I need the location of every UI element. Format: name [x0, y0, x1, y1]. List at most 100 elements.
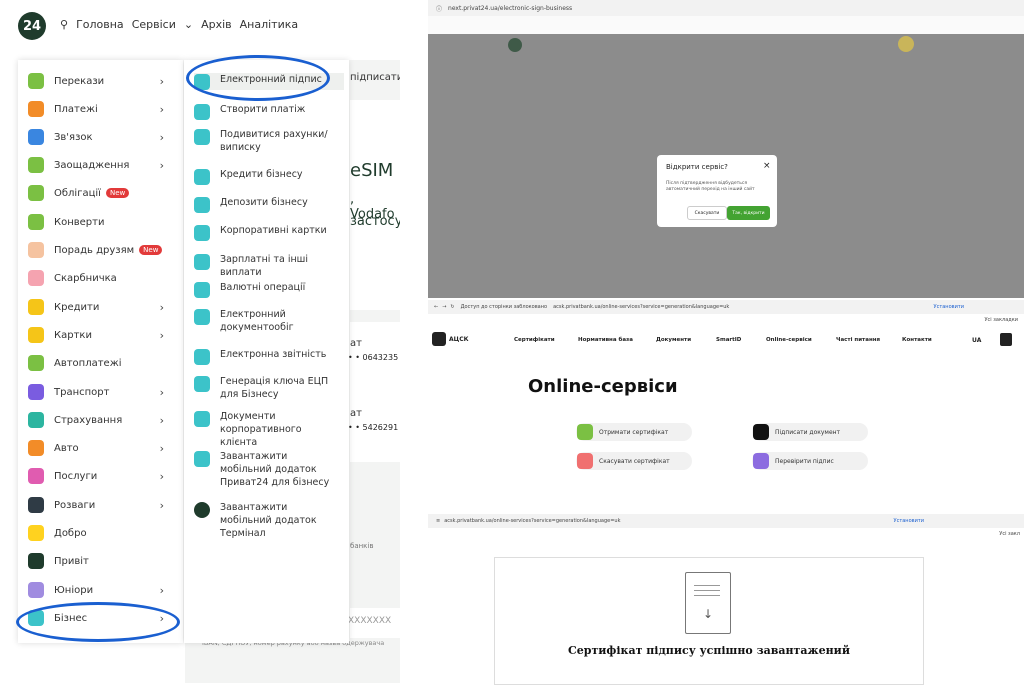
nav-home[interactable]: Головна — [76, 18, 124, 31]
menu-item[interactable]: Юніори › — [28, 579, 178, 601]
submenu-item[interactable]: Корпоративні картки — [194, 224, 344, 241]
submenu-item-icon — [194, 104, 210, 120]
submenu-item[interactable]: Електронний документообіг — [194, 308, 344, 334]
nav-smartid[interactable]: SmartID — [716, 337, 766, 343]
menu-item-icon — [28, 440, 44, 456]
site-info-icon[interactable]: ⓘ — [436, 4, 442, 13]
chevron-right-icon: › — [159, 300, 164, 314]
submenu-item[interactable]: Подивитися рахунки/ виписку — [194, 128, 344, 154]
menu-item[interactable]: Страхування › — [28, 409, 178, 431]
submenu-item[interactable]: Валютні операції — [194, 281, 344, 298]
user-icon[interactable] — [1000, 333, 1012, 346]
menu-item[interactable]: Картки › — [28, 324, 178, 346]
menu-item-icon — [28, 497, 44, 513]
menu-item[interactable]: Зв'язок › — [28, 126, 178, 148]
top-navigation: 24 ⚲ Головна Сервіси ⌄ Архів Аналітика — [0, 0, 400, 50]
nav-services[interactable]: Сервіси — [132, 18, 176, 31]
submenu-item[interactable]: Депозити бізнесу — [194, 196, 344, 213]
menu-item[interactable]: Кредити › — [28, 296, 178, 318]
close-icon[interactable]: × — [763, 161, 771, 171]
service-sign-document[interactable]: Підписати документ — [752, 423, 868, 441]
menu-item-label: Автоплатежі — [54, 357, 122, 369]
search-icon[interactable]: ⚲ — [60, 18, 68, 31]
menu-item-label: Скарбничка — [54, 272, 117, 284]
service-revoke-certificate[interactable]: Скасувати сертифікат — [576, 452, 692, 470]
submenu-item-icon — [194, 451, 210, 467]
menu-item-label: Зв'язок — [54, 131, 93, 143]
verify-icon — [753, 453, 769, 469]
nav-certificates[interactable]: Сертифікати — [514, 337, 578, 343]
menu-item[interactable]: Авто › — [28, 437, 178, 459]
document-download-icon: ↓ — [685, 572, 731, 634]
menu-item[interactable]: Скарбничка — [28, 267, 178, 289]
submenu-item[interactable]: Електронна звітність — [194, 348, 344, 365]
submenu-item-icon — [194, 411, 210, 427]
warning-label: Доступ до сторінки заблоковано — [460, 304, 548, 310]
nav-analytics[interactable]: Аналітика — [240, 18, 299, 31]
submenu-item-label: Генерація ключа ЕЦП для Бізнесу — [220, 376, 329, 400]
menu-item[interactable]: Привіт — [28, 550, 178, 572]
menu-item[interactable]: Порадь друзям New — [28, 239, 178, 261]
chevron-right-icon: › — [159, 328, 164, 342]
all-bookmarks[interactable]: Усі закл — [999, 531, 1020, 537]
nav-faq[interactable]: Часті питання — [836, 337, 902, 343]
menu-item[interactable]: Облігації New — [28, 182, 178, 204]
dialog-body: Після підтвердження відбудеться автомати… — [666, 181, 755, 192]
menu-item-icon — [28, 355, 44, 371]
menu-item[interactable]: Добро — [28, 522, 178, 544]
site-info-icon[interactable]: ≡ — [436, 518, 440, 524]
service-verify-signature[interactable]: Перевірити підпис — [752, 452, 868, 470]
submenu-item[interactable]: Завантажити мобільний додаток Приват24 д… — [194, 450, 344, 489]
submenu-item-icon — [194, 225, 210, 241]
submenu-item-icon — [194, 309, 210, 325]
address-bar[interactable]: ≡ acsk.privatbank.ua/online-services?ser… — [428, 514, 1024, 528]
install-button[interactable]: Установити — [934, 304, 964, 310]
menu-item[interactable]: Розваги › — [28, 494, 178, 516]
confirm-button[interactable]: Так, відкрити — [727, 206, 770, 220]
menu-item[interactable]: Послуги › — [28, 465, 178, 487]
submenu-item[interactable]: Документи корпоративного клієнта — [194, 410, 344, 449]
submenu-item[interactable]: Генерація ключа ЕЦП для Бізнесу — [194, 375, 344, 401]
chevron-right-icon: › — [159, 498, 164, 512]
menu-item[interactable]: Перекази › — [28, 70, 178, 92]
nav-documents[interactable]: Документи — [656, 337, 716, 343]
privat24-logo[interactable]: 24 — [18, 12, 46, 40]
chevron-right-icon: › — [159, 130, 164, 144]
avatar — [898, 36, 914, 52]
acsk-logo-text[interactable]: АЦСК — [449, 336, 469, 343]
menu-item[interactable]: Транспорт › — [28, 381, 178, 403]
language-select[interactable]: UA — [972, 337, 981, 344]
all-bookmarks[interactable]: Усі закладки — [984, 317, 1018, 323]
menu-item[interactable]: Платежі › — [28, 98, 178, 120]
menu-item-icon — [28, 582, 44, 598]
menu-item-label: Облігації — [54, 187, 101, 199]
menu-item[interactable]: Заощадження › — [28, 154, 178, 176]
submenu-item[interactable]: Кредити бізнесу — [194, 168, 344, 185]
nav-contacts[interactable]: Контакти — [902, 337, 932, 343]
cancel-button[interactable]: Скасувати — [687, 206, 727, 220]
menu-item[interactable]: Конверти — [28, 211, 178, 233]
submenu-item[interactable]: Завантажити мобільний додаток Термінал — [194, 501, 344, 540]
bg-card2: ат — [350, 408, 362, 419]
address-bar[interactable]: ← → ↻ Доступ до сторінки заблоковано acs… — [428, 300, 1024, 314]
privat24-screen: 24 ⚲ Головна Сервіси ⌄ Архів Аналітика п… — [0, 0, 400, 683]
forward-icon[interactable]: → — [442, 304, 446, 310]
chevron-right-icon: › — [159, 102, 164, 116]
nav-archive[interactable]: Архів — [201, 18, 232, 31]
submenu-item-label: Зарплатні та інші виплати — [220, 254, 309, 278]
acsk-logo-icon[interactable] — [432, 332, 446, 346]
back-icon[interactable]: ← — [434, 304, 438, 310]
menu-item[interactable]: Автоплатежі — [28, 352, 178, 374]
install-button[interactable]: Установити — [894, 518, 924, 524]
menu-item-icon — [28, 327, 44, 343]
service-get-certificate[interactable]: Отримати сертифікат — [576, 423, 692, 441]
menu-item-label: Розваги — [54, 499, 96, 511]
nav-regulations[interactable]: Нормативна база — [578, 337, 656, 343]
reload-icon[interactable]: ↻ — [450, 304, 454, 310]
chevron-right-icon: › — [159, 74, 164, 88]
submenu-item[interactable]: Створити платіж — [194, 103, 344, 120]
nav-online-services[interactable]: Online-сервіси — [766, 337, 836, 343]
address-bar[interactable]: ⓘ next.privat24.ua/electronic-sign-busin… — [428, 0, 1024, 16]
submenu-item[interactable]: Зарплатні та інші виплати — [194, 253, 344, 279]
chevron-down-icon[interactable]: ⌄ — [184, 18, 193, 31]
